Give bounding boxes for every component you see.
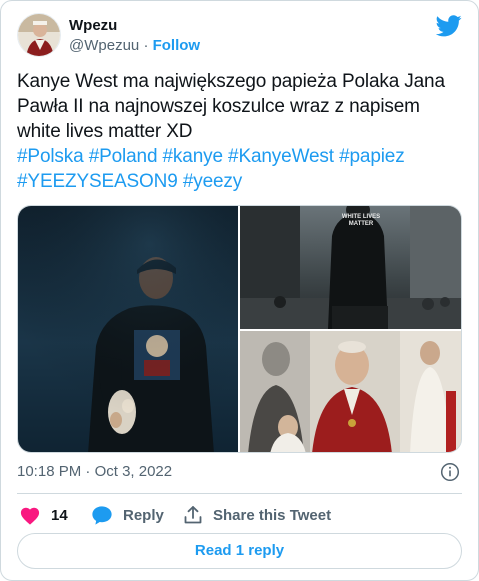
hashtag-polska[interactable]: #Polska [17, 146, 84, 167]
read-replies-button[interactable]: Read 1 reply [17, 533, 462, 569]
heart-icon [20, 507, 40, 525]
photo-kanye-hoodie[interactable] [18, 206, 238, 452]
hashtag-list: #Polska #Poland #kanye #KanyeWest #papie… [17, 144, 463, 194]
tweet-text: Kanye West ma największego papieża Polak… [17, 71, 445, 142]
media-grid: WHITE LIVES MATTER [17, 205, 462, 453]
tweet-timestamp[interactable]: 10:18 PM · Oct 3, 2022 [17, 463, 172, 480]
tweet-header: Wpezu @Wpezuu · Follow [17, 13, 462, 59]
like-count: 14 [51, 506, 68, 524]
hashtag-kanyewest[interactable]: #KanyeWest [228, 146, 334, 167]
divider [17, 493, 462, 494]
twitter-bird-icon[interactable] [436, 15, 462, 37]
tweet-time: 10:18 PM [17, 463, 82, 480]
hashtag-yeezyseason9[interactable]: #YEEZYSEASON9 [17, 171, 178, 192]
share-button[interactable]: Share this Tweet [183, 503, 331, 527]
author-handle-row: @Wpezuu · Follow [69, 37, 200, 54]
hashtag-kanye[interactable]: #kanye [163, 146, 224, 167]
info-icon[interactable] [440, 462, 460, 482]
shirt-text: WHITE LIVES MATTER [341, 214, 381, 227]
photo-pope-john-paul-ii[interactable] [240, 331, 461, 452]
timestamp-separator: · [85, 463, 91, 480]
tweet-card: Wpezu @Wpezuu · Follow Kanye West ma naj… [0, 0, 479, 581]
share-label: Share this Tweet [213, 506, 332, 524]
author-name[interactable]: Wpezu [69, 17, 117, 34]
tweet-text-block: Kanye West ma największego papieża Polak… [17, 69, 463, 194]
hashtag-papiez[interactable]: #papiez [339, 146, 405, 167]
photo-white-lives-matter-shirt[interactable]: WHITE LIVES MATTER [240, 206, 461, 329]
action-bar: 14 Reply Share this Tweet [17, 503, 462, 529]
like-button[interactable]: 14 [19, 503, 68, 527]
reply-button[interactable]: Reply [91, 503, 164, 527]
tweet-date: Oct 3, 2022 [94, 463, 173, 480]
avatar[interactable] [17, 13, 61, 57]
hashtag-poland[interactable]: #Poland [89, 146, 158, 167]
author-handle[interactable]: @Wpezuu [69, 37, 139, 54]
separator-dot: · [143, 37, 149, 54]
share-icon [184, 506, 202, 524]
hashtag-yeezy[interactable]: #yeezy [183, 171, 242, 192]
speech-bubble-icon [92, 505, 112, 525]
reply-label: Reply [123, 506, 164, 524]
follow-link[interactable]: Follow [153, 37, 201, 54]
